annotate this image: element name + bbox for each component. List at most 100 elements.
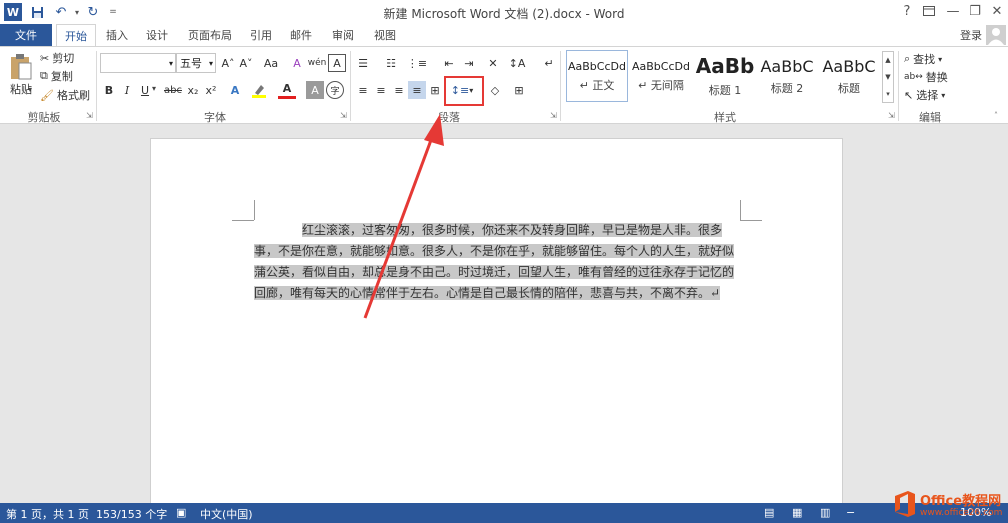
phonetic-guide-icon[interactable]: wén xyxy=(308,54,327,72)
watermark-brand: Office教程网 xyxy=(920,494,1002,509)
bullets-icon[interactable]: ☰ xyxy=(354,54,372,72)
find-button[interactable]: ⌕ 查找 ▾ xyxy=(904,51,942,67)
read-mode-icon[interactable]: ▤ xyxy=(764,506,774,519)
cut-button[interactable]: ✂ 剪切 xyxy=(40,50,74,66)
decrease-indent-icon[interactable]: ⇤ xyxy=(440,54,458,72)
numbering-icon[interactable]: ☷ xyxy=(382,54,400,72)
highlight-icon[interactable] xyxy=(250,81,268,99)
character-border-icon[interactable]: A xyxy=(328,54,346,72)
margin-corner-mark xyxy=(232,220,254,221)
styles-launcher-icon[interactable]: ⇲ xyxy=(888,111,895,120)
tab-review[interactable]: 审阅 xyxy=(324,24,362,46)
align-center-icon[interactable]: ≡ xyxy=(372,81,390,99)
subscript-button[interactable]: x₂ xyxy=(184,81,202,99)
chevron-down-icon: ▾ xyxy=(941,90,946,100)
enclose-characters-icon[interactable]: 字 xyxy=(326,81,344,99)
format-painter-label: 格式刷 xyxy=(56,89,90,102)
editing-group-label: 编辑 xyxy=(919,111,941,124)
align-left-icon[interactable]: ≡ xyxy=(354,81,372,99)
tab-view[interactable]: 视图 xyxy=(366,24,404,46)
web-layout-icon[interactable]: ▥ xyxy=(820,506,830,519)
annotation-arrow xyxy=(363,114,444,319)
style-normal[interactable]: AaBbCcDd ↵ 正文 xyxy=(566,50,628,102)
login-link[interactable]: 登录 xyxy=(952,24,990,46)
style-sample: AaBbC xyxy=(822,56,876,76)
italic-button[interactable]: I xyxy=(118,81,136,99)
print-layout-icon[interactable]: ▦ xyxy=(792,506,802,519)
style-heading-2[interactable]: AaBbC 标题 2 xyxy=(756,50,818,102)
font-size-combo[interactable]: 五号 ▾ xyxy=(176,53,216,73)
shading-icon[interactable]: ◇ xyxy=(486,81,504,99)
avatar[interactable] xyxy=(986,25,1006,45)
tab-mailings[interactable]: 邮件 xyxy=(282,24,320,46)
paste-dropdown-icon[interactable]: ▾ xyxy=(28,85,32,94)
more-icon: ▾ xyxy=(886,89,890,98)
font-launcher-icon[interactable]: ⇲ xyxy=(340,111,347,120)
style-no-spacing[interactable]: AaBbCcDd ↵ 无间隔 xyxy=(630,50,692,102)
margin-corner-mark xyxy=(740,220,762,221)
close-button[interactable]: ✕ xyxy=(984,0,1008,22)
status-bar: 第 1 页，共 1 页 153/153 个字 ▣ 中文(中国) ▤ ▦ ▥ − … xyxy=(0,503,1008,523)
text-effects-icon[interactable]: A xyxy=(226,81,244,99)
align-right-icon[interactable]: ≡ xyxy=(390,81,408,99)
styles-scroll[interactable]: ▲ ▼ ▾ xyxy=(882,51,894,103)
format-painter-button[interactable]: 🖌 格式刷 xyxy=(40,87,90,103)
character-shading-icon[interactable]: A xyxy=(306,81,324,99)
replace-label: 替换 xyxy=(925,71,948,84)
brush-icon: 🖌 xyxy=(40,88,54,102)
copy-button[interactable]: ⧉ 复制 xyxy=(40,68,73,84)
styles-group-label: 样式 xyxy=(714,111,736,124)
change-case-button[interactable]: Aa xyxy=(259,54,283,72)
select-label: 选择 xyxy=(916,89,939,102)
strikethrough-button[interactable]: abc xyxy=(162,81,184,99)
tab-home[interactable]: 开始 xyxy=(56,24,96,47)
style-title[interactable]: AaBbC 标题 xyxy=(818,50,880,102)
multilevel-list-icon[interactable]: ⋮≡ xyxy=(407,54,427,72)
clear-formatting-icon[interactable]: A xyxy=(288,54,306,72)
window-title: 新建 Microsoft Word 文档 (2).docx - Word xyxy=(383,7,625,21)
justify-icon[interactable]: ≡ xyxy=(408,81,426,99)
tab-page-layout[interactable]: 页面布局 xyxy=(180,24,240,46)
chevron-down-icon: ▾ xyxy=(208,58,213,68)
style-heading-1[interactable]: AaBb 标题 1 xyxy=(694,50,756,102)
title-bar: W ↶ ▾ ↻ = 新建 Microsoft Word 文档 (2).docx … xyxy=(0,0,1008,24)
show-marks-icon[interactable]: ↵ xyxy=(540,54,558,72)
distributed-icon[interactable]: ⊞ xyxy=(426,81,444,99)
shrink-font-button[interactable]: A˅ xyxy=(237,54,255,72)
borders-icon[interactable]: ⊞ xyxy=(510,81,528,99)
separator xyxy=(96,51,97,121)
replace-icon: ab↔ xyxy=(904,72,923,82)
proofing-icon[interactable]: ▣ xyxy=(176,506,186,519)
zoom-out-icon[interactable]: − xyxy=(846,506,855,519)
font-name-combo[interactable]: ▾ xyxy=(100,53,176,73)
tab-references[interactable]: 引用 xyxy=(242,24,280,46)
language[interactable]: 中文(中国) xyxy=(200,506,253,522)
word-count[interactable]: 153/153 个字 xyxy=(96,506,167,522)
tab-design[interactable]: 设计 xyxy=(138,24,176,46)
paragraph-launcher-icon[interactable]: ⇲ xyxy=(550,111,557,120)
bold-button[interactable]: B xyxy=(100,81,118,99)
collapse-ribbon-icon[interactable]: ˄ xyxy=(994,111,998,120)
font-color-icon[interactable]: A xyxy=(278,81,296,99)
tab-file[interactable]: 文件 xyxy=(0,24,52,46)
grow-font-button[interactable]: A˄ xyxy=(219,54,237,72)
page-count[interactable]: 第 1 页，共 1 页 xyxy=(6,506,89,522)
clipboard-group-label: 剪贴板 xyxy=(27,111,61,124)
style-sample: AaBbC xyxy=(760,56,814,76)
font-group-label: 字体 xyxy=(204,111,226,124)
separator xyxy=(560,51,561,121)
separator xyxy=(898,51,899,121)
tab-insert[interactable]: 插入 xyxy=(98,24,136,46)
style-name: 标题 2 xyxy=(770,81,804,95)
underline-dropdown-icon[interactable]: ▾ xyxy=(152,84,156,93)
replace-button[interactable]: ab↔ 替换 xyxy=(904,69,948,85)
asian-layout-icon[interactable]: ✕ xyxy=(484,54,502,72)
ribbon-display-options-icon[interactable] xyxy=(916,0,942,22)
ribbon-home: 粘贴 ▾ ✂ 剪切 ⧉ 复制 🖌 格式刷 剪贴板 ⇲ ▾ 五号 ▾ A˄ A˅ Aa A… xyxy=(0,46,1008,124)
superscript-button[interactable]: x² xyxy=(202,81,220,99)
select-button[interactable]: ↖ 选择 ▾ xyxy=(904,87,945,103)
sort-icon[interactable]: ↕A xyxy=(508,54,526,72)
document-paragraph[interactable]: 红尘滚滚，过客匆匆，很多时候，你还来不及转身回眸，早已是物是人非。很多事，不是你… xyxy=(254,220,740,304)
clipboard-launcher-icon[interactable]: ⇲ xyxy=(86,111,93,120)
increase-indent-icon[interactable]: ⇥ xyxy=(460,54,478,72)
